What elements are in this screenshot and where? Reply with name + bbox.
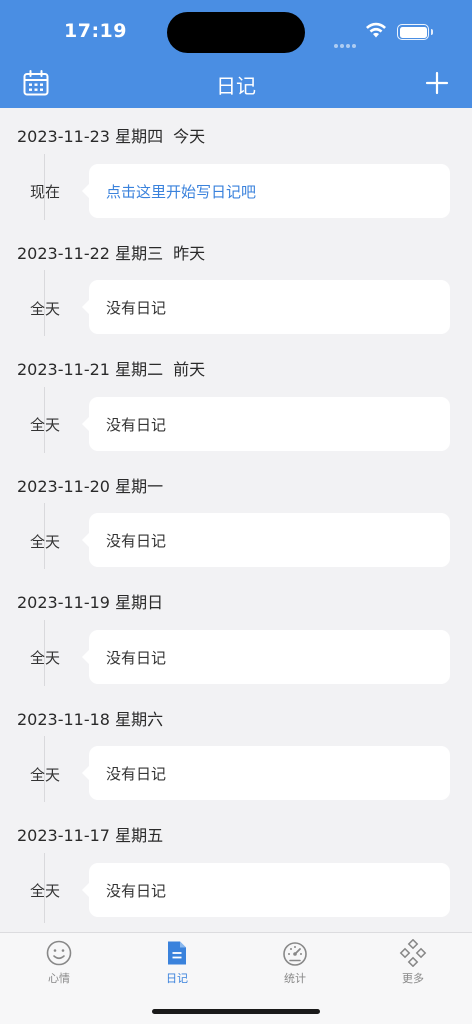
dynamic-island — [167, 12, 305, 53]
diary-entry-card[interactable]: 没有日记 — [82, 746, 450, 800]
entry-text: 没有日记 — [106, 532, 167, 550]
tab-stats[interactable]: 统计 — [236, 939, 354, 995]
entry-text: 没有日记 — [106, 765, 167, 783]
day-date: 2023-11-23 — [17, 127, 110, 146]
wifi-icon — [366, 22, 386, 38]
day-date: 2023-11-20 — [17, 477, 110, 496]
entry-text: 没有日记 — [106, 882, 167, 900]
day-date: 2023-11-22 — [17, 244, 110, 263]
day-header: 2023-11-18 星期六 — [17, 706, 163, 730]
diary-entry-card[interactable]: 没有日记 — [82, 630, 450, 684]
battery-cap — [431, 29, 433, 35]
diary-entry-card[interactable]: 没有日记 — [82, 280, 450, 334]
status-time: 17:19 — [64, 20, 127, 42]
day-relative: 今天 — [173, 127, 206, 146]
diary-list[interactable]: 2023-11-23 星期四 今天 现在 点击这里开始写日记吧 2023-11-2… — [0, 108, 472, 932]
entry-text: 没有日记 — [106, 649, 167, 667]
tab-label: 心情 — [48, 972, 70, 985]
day-weekday: 星期五 — [115, 826, 164, 845]
grid-icon — [399, 939, 427, 967]
day-weekday: 星期一 — [115, 477, 164, 496]
day-relative: 前天 — [173, 360, 206, 379]
gauge-icon — [283, 942, 307, 966]
day-date: 2023-11-19 — [17, 593, 110, 612]
cellular-signal-icon — [334, 33, 360, 48]
day-weekday: 星期日 — [115, 593, 164, 612]
diary-entry-card[interactable]: 没有日记 — [82, 513, 450, 567]
home-indicator — [152, 1009, 320, 1014]
tab-diary[interactable]: 日记 — [118, 939, 236, 995]
plus-icon[interactable] — [424, 70, 450, 96]
day-relative: 昨天 — [173, 244, 206, 263]
day-header: 2023-11-19 星期日 — [17, 589, 163, 613]
entry-text: 没有日记 — [106, 416, 167, 434]
day-date: 2023-11-18 — [17, 710, 110, 729]
tab-label: 日记 — [166, 972, 188, 985]
diary-entry-card[interactable]: 没有日记 — [82, 863, 450, 917]
tab-mood[interactable]: 心情 — [0, 939, 118, 995]
day-header: 2023-11-17 星期五 — [17, 822, 163, 846]
diary-entry-card[interactable]: 点击这里开始写日记吧 — [82, 164, 450, 218]
slot-label: 全天 — [30, 533, 61, 551]
smiley-icon — [46, 940, 72, 966]
tab-label: 更多 — [402, 972, 424, 985]
slot-label: 全天 — [30, 882, 61, 900]
document-icon — [168, 941, 186, 965]
day-date: 2023-11-21 — [17, 360, 110, 379]
day-weekday: 星期三 — [115, 244, 164, 263]
slot-label: 现在 — [30, 183, 61, 201]
slot-label: 全天 — [30, 300, 61, 318]
day-header: 2023-11-23 星期四 今天 — [17, 123, 205, 147]
day-header: 2023-11-21 星期二 前天 — [17, 356, 205, 380]
day-header: 2023-11-22 星期三 昨天 — [17, 240, 205, 264]
day-date: 2023-11-17 — [17, 826, 110, 845]
slot-label: 全天 — [30, 649, 61, 667]
slot-label: 全天 — [30, 766, 61, 784]
slot-label: 全天 — [30, 416, 61, 434]
start-writing-link[interactable]: 点击这里开始写日记吧 — [106, 181, 256, 202]
tab-more[interactable]: 更多 — [354, 939, 472, 995]
entry-text: 没有日记 — [106, 299, 167, 317]
page-title: 日记 — [216, 74, 256, 98]
diary-entry-card[interactable]: 没有日记 — [82, 397, 450, 451]
day-weekday: 星期四 — [115, 127, 164, 146]
battery-icon — [397, 24, 429, 40]
app-header: 17:19 日记 — [0, 0, 472, 108]
tab-label: 统计 — [284, 972, 306, 985]
day-weekday: 星期二 — [115, 360, 164, 379]
day-header: 2023-11-20 星期一 — [17, 473, 163, 497]
day-weekday: 星期六 — [115, 710, 164, 729]
